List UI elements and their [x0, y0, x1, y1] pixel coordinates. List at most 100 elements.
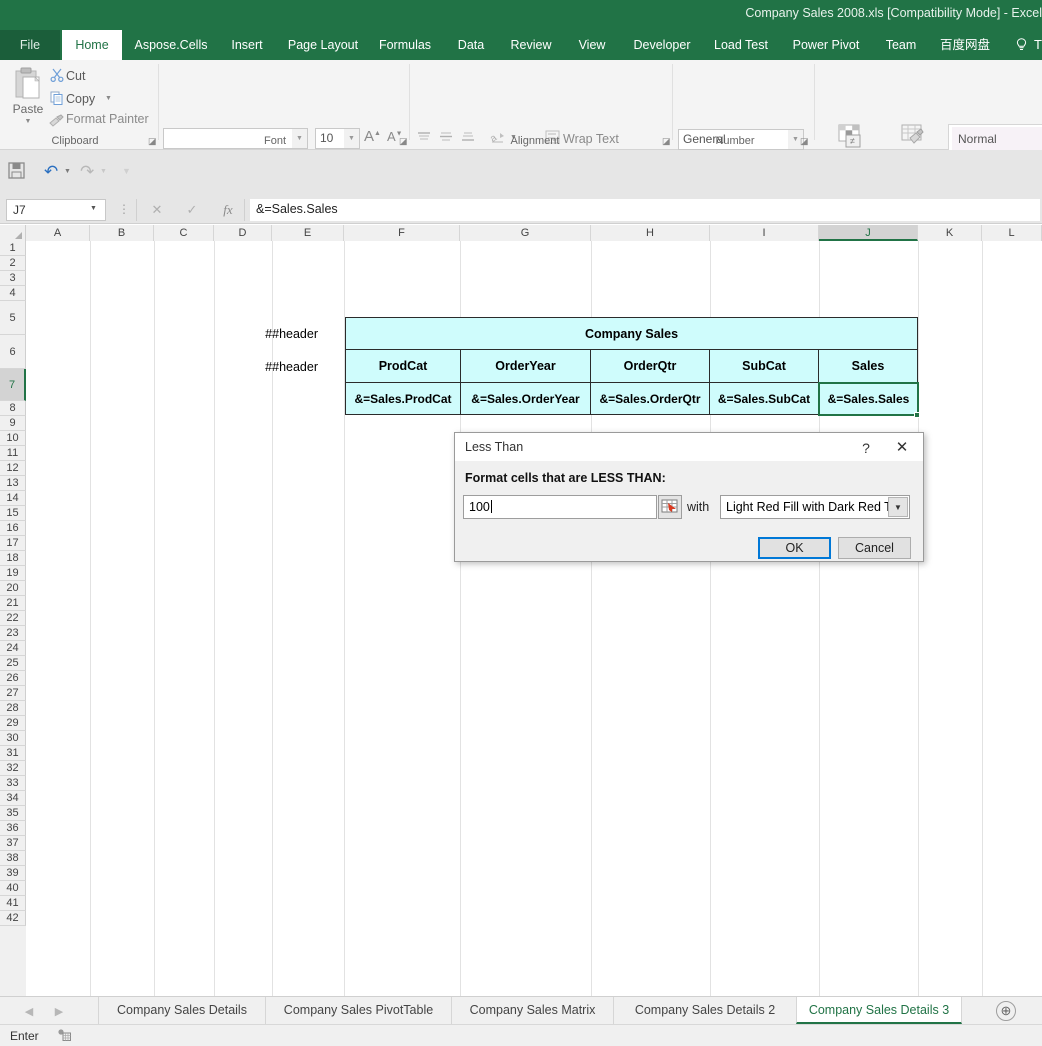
- threshold-value-input[interactable]: 100: [463, 495, 657, 519]
- ribbon-tab-team[interactable]: Team: [874, 30, 928, 60]
- row-header-2[interactable]: 2: [0, 256, 26, 271]
- row-header-8[interactable]: 8: [0, 401, 26, 416]
- row-header-39[interactable]: 39: [0, 866, 26, 881]
- number-dialog-launcher[interactable]: ◪: [800, 136, 810, 146]
- save-icon[interactable]: [8, 162, 25, 184]
- select-all-corner[interactable]: [0, 225, 26, 241]
- customize-quick-access-icon[interactable]: ▼: [122, 166, 131, 176]
- column-header-d[interactable]: D: [214, 225, 272, 241]
- row-header-10[interactable]: 10: [0, 431, 26, 446]
- ribbon-tab-page-layout[interactable]: Page Layout: [278, 30, 368, 60]
- name-box-dropdown-icon[interactable]: ▼: [90, 205, 97, 212]
- paste-button-label[interactable]: Paste: [6, 102, 50, 116]
- record-macro-icon[interactable]: [58, 1029, 71, 1044]
- column-header-a[interactable]: A: [26, 225, 90, 241]
- row-header-24[interactable]: 24: [0, 641, 26, 656]
- align-middle-icon[interactable]: [438, 130, 454, 147]
- row-header-11[interactable]: 11: [0, 446, 26, 461]
- table-cell-sales[interactable]: &=Sales.Sales: [819, 383, 918, 415]
- row-header-16[interactable]: 16: [0, 521, 26, 536]
- cut-icon[interactable]: [50, 68, 64, 85]
- row-header-5[interactable]: 5: [0, 301, 26, 335]
- insert-function-icon[interactable]: fx: [216, 200, 240, 220]
- sheet-tab-company-sales-pivottable[interactable]: Company Sales PivotTable: [265, 997, 451, 1024]
- redo-dropdown-icon[interactable]: ▼: [100, 168, 107, 175]
- row-header-37[interactable]: 37: [0, 836, 26, 851]
- row-header-7[interactable]: 7: [0, 369, 26, 401]
- row-header-28[interactable]: 28: [0, 701, 26, 716]
- table-title-cell[interactable]: Company Sales: [345, 317, 918, 350]
- next-sheet-icon[interactable]: ▶: [48, 1003, 70, 1021]
- column-header-f[interactable]: F: [344, 225, 460, 241]
- row-header-9[interactable]: 9: [0, 416, 26, 431]
- align-bottom-icon[interactable]: [460, 130, 476, 147]
- table-header-orderqtr[interactable]: OrderQtr: [591, 350, 710, 383]
- column-header-c[interactable]: C: [154, 225, 214, 241]
- row-header-13[interactable]: 13: [0, 476, 26, 491]
- format-as-table-icon[interactable]: [900, 124, 926, 153]
- worksheet-grid[interactable]: A B C D E F G H I J K L 1 2 3 4 5 6 7 8 …: [0, 225, 1042, 996]
- row-header-12[interactable]: 12: [0, 461, 26, 476]
- ribbon-tab-view[interactable]: View: [564, 30, 620, 60]
- row-header-23[interactable]: 23: [0, 626, 26, 641]
- table-header-sales[interactable]: Sales: [819, 350, 918, 383]
- row-header-19[interactable]: 19: [0, 566, 26, 581]
- row-header-34[interactable]: 34: [0, 791, 26, 806]
- row-header-32[interactable]: 32: [0, 761, 26, 776]
- row-header-33[interactable]: 33: [0, 776, 26, 791]
- clipboard-dialog-launcher[interactable]: ◪: [148, 136, 158, 146]
- row-header-4[interactable]: 4: [0, 286, 26, 301]
- undo-icon[interactable]: ↶: [44, 162, 58, 182]
- row-header-17[interactable]: 17: [0, 536, 26, 551]
- row-header-18[interactable]: 18: [0, 551, 26, 566]
- ribbon-tab-review[interactable]: Review: [500, 30, 562, 60]
- font-size-dropdown-icon[interactable]: ▼: [344, 129, 359, 148]
- cell-style-normal[interactable]: Normal: [952, 127, 1042, 152]
- row-header-21[interactable]: 21: [0, 596, 26, 611]
- chevron-down-icon[interactable]: ▼: [888, 497, 908, 517]
- formula-bar-grip[interactable]: ⋮: [118, 202, 130, 216]
- table-header-prodcat[interactable]: ProdCat: [345, 350, 461, 383]
- fill-handle[interactable]: [914, 412, 920, 418]
- column-header-h[interactable]: H: [591, 225, 710, 241]
- column-header-k[interactable]: K: [918, 225, 982, 241]
- row-header-38[interactable]: 38: [0, 851, 26, 866]
- table-header-orderyear[interactable]: OrderYear: [461, 350, 591, 383]
- sheet-tab-company-sales-matrix[interactable]: Company Sales Matrix: [451, 997, 613, 1024]
- paste-icon[interactable]: [8, 66, 48, 103]
- range-selector-button[interactable]: [658, 495, 682, 519]
- dialog-close-button[interactable]: ✕: [889, 438, 915, 458]
- ribbon-tab-load-test[interactable]: Load Test: [704, 30, 778, 60]
- format-painter-button-label[interactable]: Format Painter: [66, 112, 149, 126]
- sheet-tab-company-sales-details-2[interactable]: Company Sales Details 2: [613, 997, 796, 1024]
- ribbon-tab-baidu-netdisk[interactable]: 百度网盘: [930, 30, 1000, 60]
- row-header-3[interactable]: 3: [0, 271, 26, 286]
- row-header-42[interactable]: 42: [0, 911, 26, 926]
- copy-icon[interactable]: [50, 91, 64, 108]
- copy-dropdown-icon[interactable]: ▼: [105, 95, 112, 102]
- row-header-35[interactable]: 35: [0, 806, 26, 821]
- paste-dropdown-icon[interactable]: ▼: [6, 118, 50, 125]
- font-dialog-launcher[interactable]: ◪: [399, 136, 409, 146]
- row-header-26[interactable]: 26: [0, 671, 26, 686]
- ribbon-tab-power-pivot[interactable]: Power Pivot: [780, 30, 872, 60]
- row-header-40[interactable]: 40: [0, 881, 26, 896]
- confirm-entry-icon[interactable]: ✓: [180, 200, 204, 220]
- format-style-select[interactable]: Light Red Fill with Dark Red Text ▼: [720, 495, 910, 519]
- add-sheet-button[interactable]: ⊕: [996, 1001, 1016, 1021]
- row-header-25[interactable]: 25: [0, 656, 26, 671]
- row-header-6[interactable]: 6: [0, 335, 26, 369]
- row-header-31[interactable]: 31: [0, 746, 26, 761]
- ok-button[interactable]: OK: [758, 537, 831, 559]
- less-than-dialog[interactable]: Less Than ? ✕ Format cells that are LESS…: [454, 432, 924, 562]
- sheet-tab-company-sales-details-3[interactable]: Company Sales Details 3: [796, 997, 962, 1024]
- row-header-15[interactable]: 15: [0, 506, 26, 521]
- ribbon-tab-home[interactable]: Home: [62, 30, 122, 60]
- sheet-tab-company-sales-details[interactable]: Company Sales Details: [98, 997, 265, 1024]
- row-header-1[interactable]: 1: [0, 241, 26, 256]
- ribbon-tab-file[interactable]: File: [0, 30, 60, 60]
- table-header-subcat[interactable]: SubCat: [710, 350, 819, 383]
- row-header-29[interactable]: 29: [0, 716, 26, 731]
- undo-dropdown-icon[interactable]: ▼: [64, 168, 71, 175]
- table-cell-prodcat[interactable]: &=Sales.ProdCat: [345, 383, 461, 415]
